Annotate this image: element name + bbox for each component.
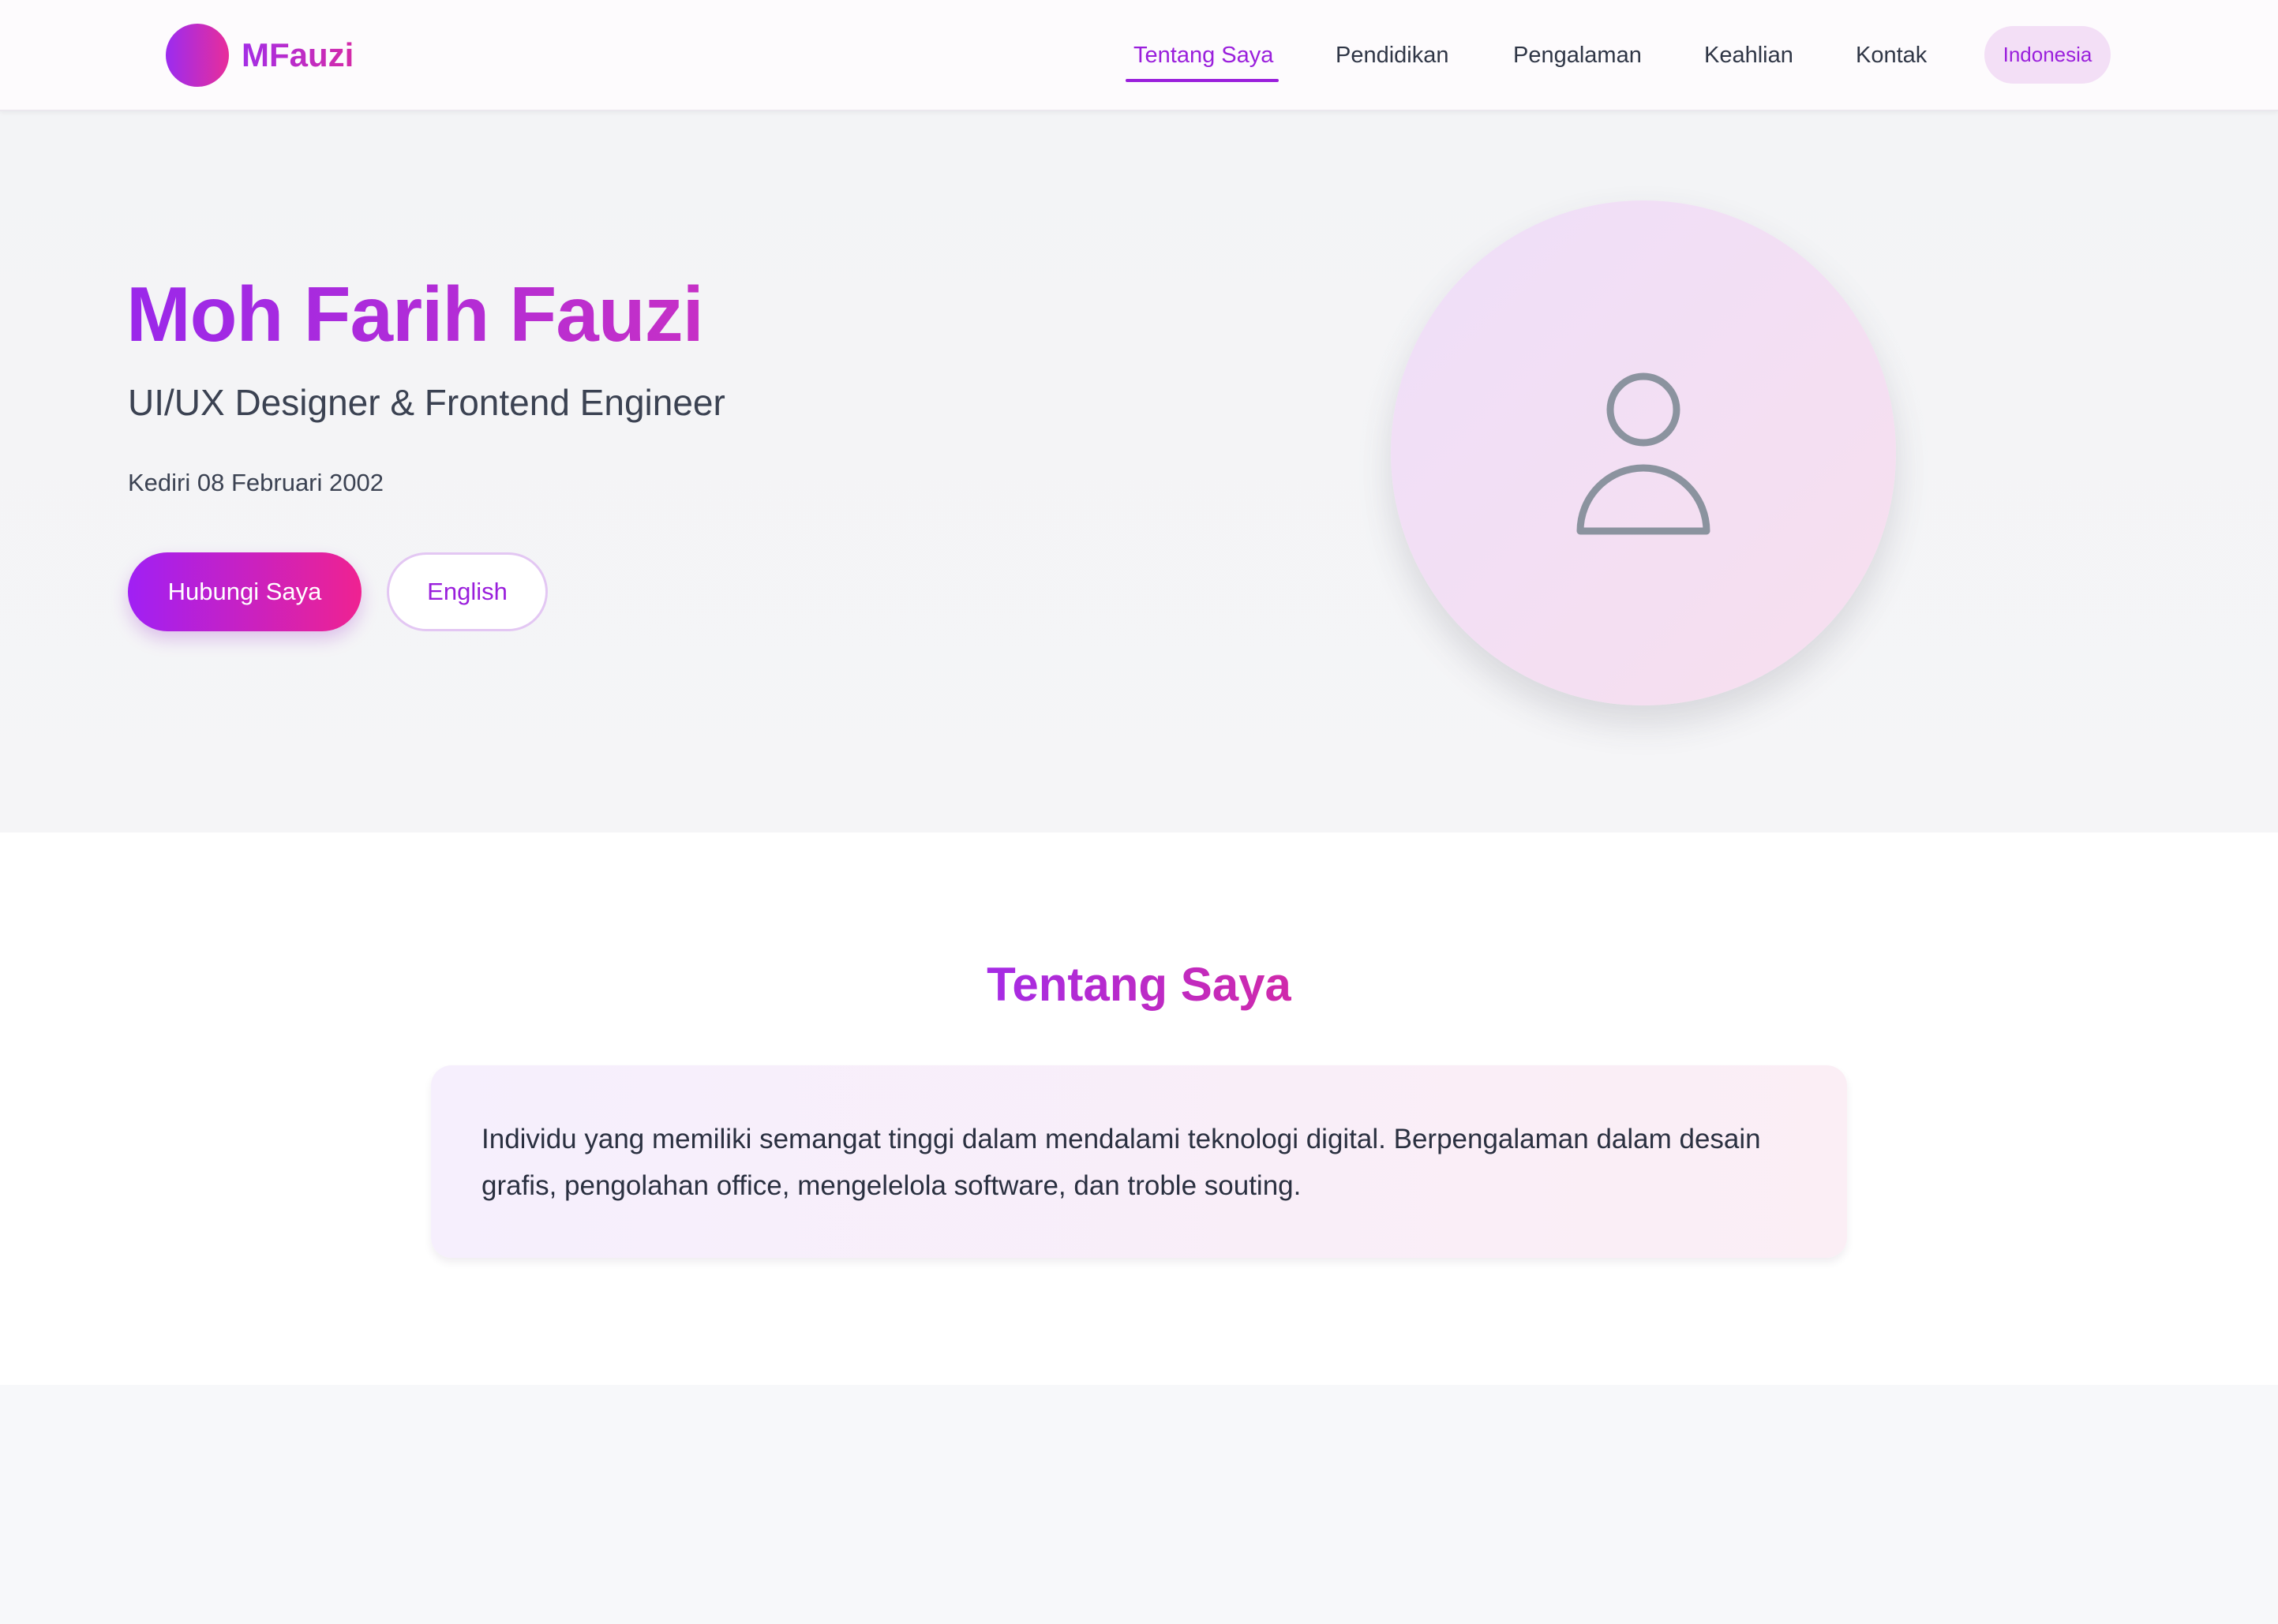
next-section-start	[0, 1385, 2278, 1624]
nav-item-keahlian[interactable]: Keahlian	[1704, 39, 1793, 71]
language-toggle-button[interactable]: Indonesia	[1984, 26, 2111, 84]
active-nav-underline	[1126, 79, 1279, 82]
hero-role: UI/UX Designer & Frontend Engineer	[128, 382, 725, 423]
about-title-text: Tentang Saya	[987, 958, 1291, 1011]
about-card: Individu yang memiliki semangat tinggi d…	[431, 1065, 1847, 1258]
about-description: Individu yang memiliki semangat tinggi d…	[481, 1124, 1761, 1201]
english-language-button[interactable]: English	[387, 552, 548, 631]
brand-name[interactable]: MFauzi	[242, 33, 354, 77]
user-icon	[1576, 372, 1710, 535]
nav-item-pengalaman[interactable]: Pengalaman	[1513, 39, 1642, 71]
hero-birth-info: Kediri 08 Februari 2002	[128, 469, 384, 496]
nav-item-pendidikan[interactable]: Pendidikan	[1336, 39, 1449, 71]
nav-item-tentang-saya[interactable]: Tentang Saya	[1133, 39, 1273, 71]
logo-icon[interactable]	[166, 24, 229, 87]
contact-button[interactable]: Hubungi Saya	[128, 552, 362, 631]
about-title: Tentang Saya	[0, 953, 2278, 1016]
hero-name: Moh Farih Fauzi	[126, 267, 704, 361]
nav-item-kontak[interactable]: Kontak	[1856, 39, 1927, 71]
avatar	[1391, 200, 1896, 705]
top-navbar: MFauzi Tentang Saya Pendidikan Pengalama…	[0, 0, 2278, 111]
